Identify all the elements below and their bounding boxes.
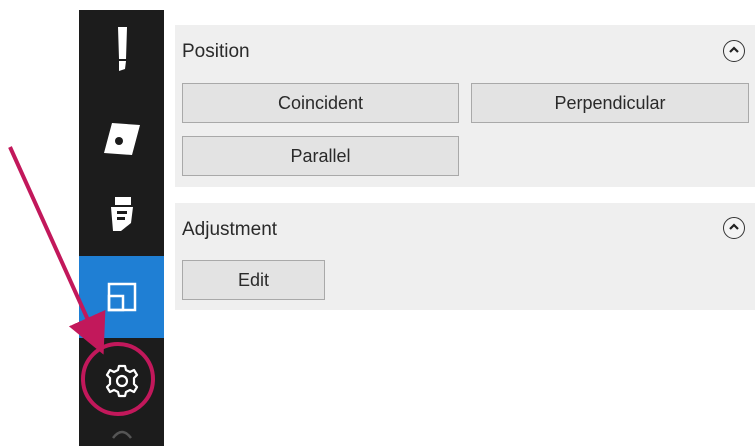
app-window: Position Coincident Perpendicular Parall… bbox=[0, 0, 755, 446]
coincident-button[interactable]: Coincident bbox=[182, 83, 459, 123]
eraser-icon bbox=[100, 117, 144, 161]
eraser-tool-button[interactable] bbox=[79, 98, 164, 180]
marker-tool-button[interactable] bbox=[79, 176, 164, 258]
marker-icon bbox=[105, 193, 139, 241]
edit-button[interactable]: Edit bbox=[182, 260, 325, 300]
position-panel-title: Position bbox=[182, 41, 250, 62]
chevron-up-icon bbox=[728, 219, 740, 237]
layout-icon bbox=[104, 279, 140, 315]
gear-icon bbox=[103, 362, 141, 400]
adjustment-panel: Adjustment Edit bbox=[175, 203, 755, 310]
position-collapse-button[interactable] bbox=[723, 40, 745, 62]
settings-tool-button[interactable] bbox=[79, 340, 164, 422]
adjustment-panel-title: Adjustment bbox=[182, 219, 278, 240]
adjustment-collapse-button[interactable] bbox=[723, 217, 745, 239]
partial-icon bbox=[107, 426, 137, 440]
left-toolbar bbox=[79, 10, 164, 446]
more-tool-button[interactable] bbox=[79, 420, 164, 446]
pen-icon bbox=[107, 25, 137, 77]
position-panel: Position Coincident Perpendicular Parall… bbox=[175, 25, 755, 187]
pen-tool-button[interactable] bbox=[79, 10, 164, 92]
chevron-up-icon bbox=[728, 42, 740, 60]
perpendicular-button[interactable]: Perpendicular bbox=[471, 83, 749, 123]
layout-tool-button[interactable] bbox=[79, 256, 164, 338]
parallel-button[interactable]: Parallel bbox=[182, 136, 459, 176]
